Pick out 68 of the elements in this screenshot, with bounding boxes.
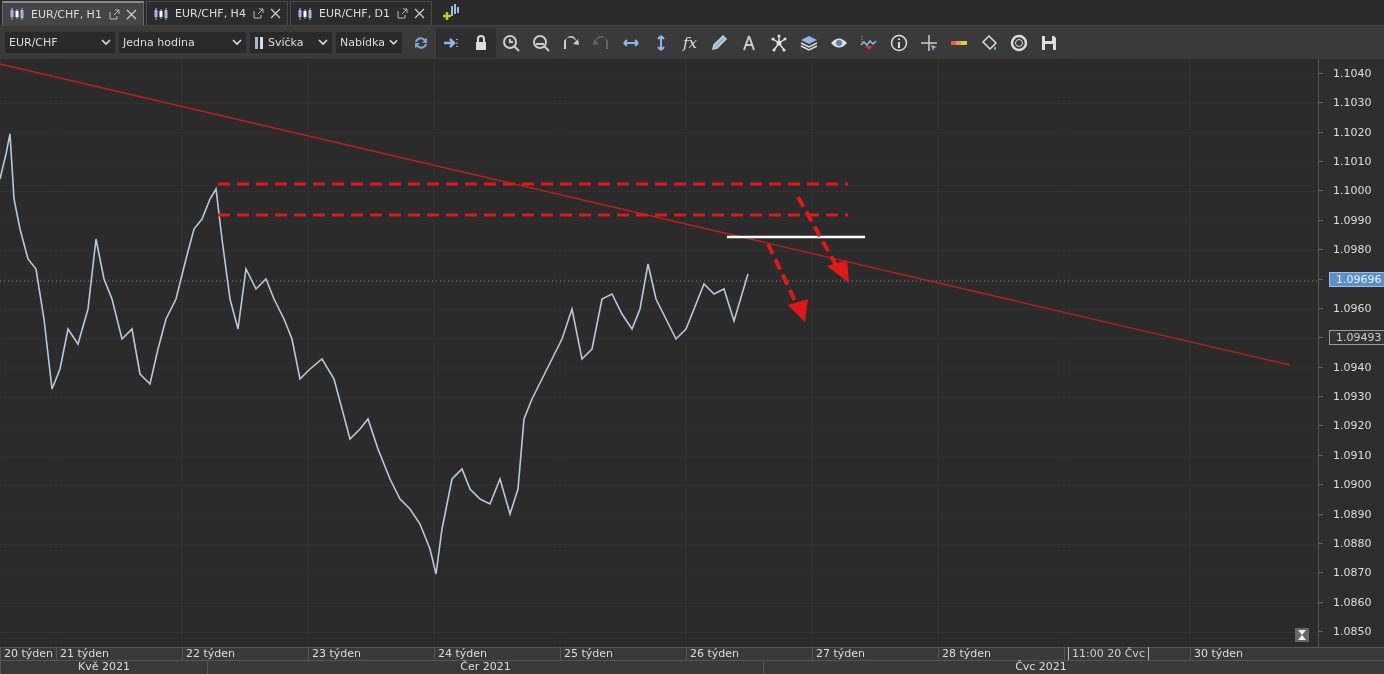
function-button[interactable]: fx [679, 33, 701, 52]
price-label: 1.0920 [1332, 419, 1372, 433]
chart-tab[interactable]: EUR/CHF, H1 [2, 1, 144, 26]
month-label: Čer 2021 [460, 660, 511, 674]
price-label: 1.0860 [1332, 595, 1372, 609]
candlestick-icon [9, 7, 25, 22]
price-label: 1.1000 [1332, 184, 1372, 198]
dropdown[interactable]: Svíčka [250, 32, 332, 53]
dropdown[interactable]: Jedna hodina [119, 32, 246, 53]
dropdown[interactable]: Nabídka [336, 32, 402, 53]
week-label: 27 týden [816, 646, 866, 660]
zoom-out-icon[interactable] [531, 32, 551, 53]
lock-icon[interactable] [466, 27, 496, 58]
price-label: 1.0890 [1332, 507, 1372, 521]
tab-label: EUR/CHF, H4 [175, 7, 247, 21]
week-label: 21 týden [60, 646, 110, 660]
price-label: 1.0980 [1332, 243, 1372, 257]
hourglass-icon[interactable] [1295, 627, 1309, 642]
price-label: 1.0910 [1332, 448, 1372, 462]
price-marker-tag: 1.09493 [1329, 330, 1384, 346]
price-label: 1.1030 [1332, 96, 1372, 110]
price-label: 1.0850 [1332, 625, 1372, 639]
last-price-tag: 1.09696 [1329, 271, 1384, 287]
week-label: 28 týden [942, 646, 992, 660]
add-chart-icon[interactable] [442, 3, 460, 22]
chevron-down-icon [232, 39, 242, 46]
price-label: 1.0870 [1332, 566, 1372, 580]
week-label: 23 týden [312, 646, 362, 660]
close-icon[interactable] [414, 8, 425, 20]
tab-label: EUR/CHF, D1 [319, 7, 391, 21]
week-label: 26 týden [690, 646, 740, 660]
price-label: 1.0990 [1332, 213, 1372, 227]
price-label: 1.1040 [1332, 66, 1372, 80]
price-label: 1.1010 [1332, 154, 1372, 168]
close-icon[interactable] [126, 8, 137, 20]
candlestick-icon [254, 35, 264, 50]
week-label: 20 týden [4, 646, 54, 660]
candlestick-icon [153, 6, 169, 21]
zoom-icon[interactable] [501, 32, 521, 53]
chevron-down-icon [318, 39, 328, 46]
network-icon[interactable] [769, 32, 789, 53]
info-icon[interactable] [889, 32, 909, 53]
week-label: 22 týden [186, 646, 236, 660]
candlestick-icon [297, 6, 313, 21]
chevron-down-icon [101, 39, 111, 46]
month-label: Kvě 2021 [78, 660, 130, 674]
pop-out-icon[interactable] [397, 8, 408, 20]
week-label: 25 týden [564, 646, 614, 660]
month-label: Čvc 2021 [1015, 660, 1067, 674]
week-label: 24 týden [438, 646, 488, 660]
price-label: 1.0880 [1332, 537, 1372, 551]
pop-out-icon[interactable] [109, 8, 120, 20]
pop-out-icon[interactable] [253, 8, 264, 20]
crosshair-icon[interactable] [919, 32, 939, 53]
week-label: 30 týden [1194, 646, 1244, 660]
tab-label: EUR/CHF, H1 [31, 7, 103, 21]
chart-tab[interactable]: EUR/CHF, H4 [146, 1, 288, 26]
price-label: 1.0960 [1332, 301, 1372, 315]
pencil-icon[interactable] [709, 32, 729, 53]
dropdown[interactable]: EUR/CHF [5, 32, 115, 53]
arrow-right-icon[interactable] [436, 27, 466, 58]
close-icon[interactable] [270, 8, 281, 20]
price-label: 1.1020 [1332, 125, 1372, 139]
price-label: 1.0900 [1332, 478, 1372, 492]
chart-tab[interactable]: EUR/CHF, D1 [290, 1, 432, 26]
price-label: 1.0930 [1332, 390, 1372, 404]
price-label: 1.0940 [1332, 360, 1372, 374]
chevron-down-icon [388, 39, 398, 46]
